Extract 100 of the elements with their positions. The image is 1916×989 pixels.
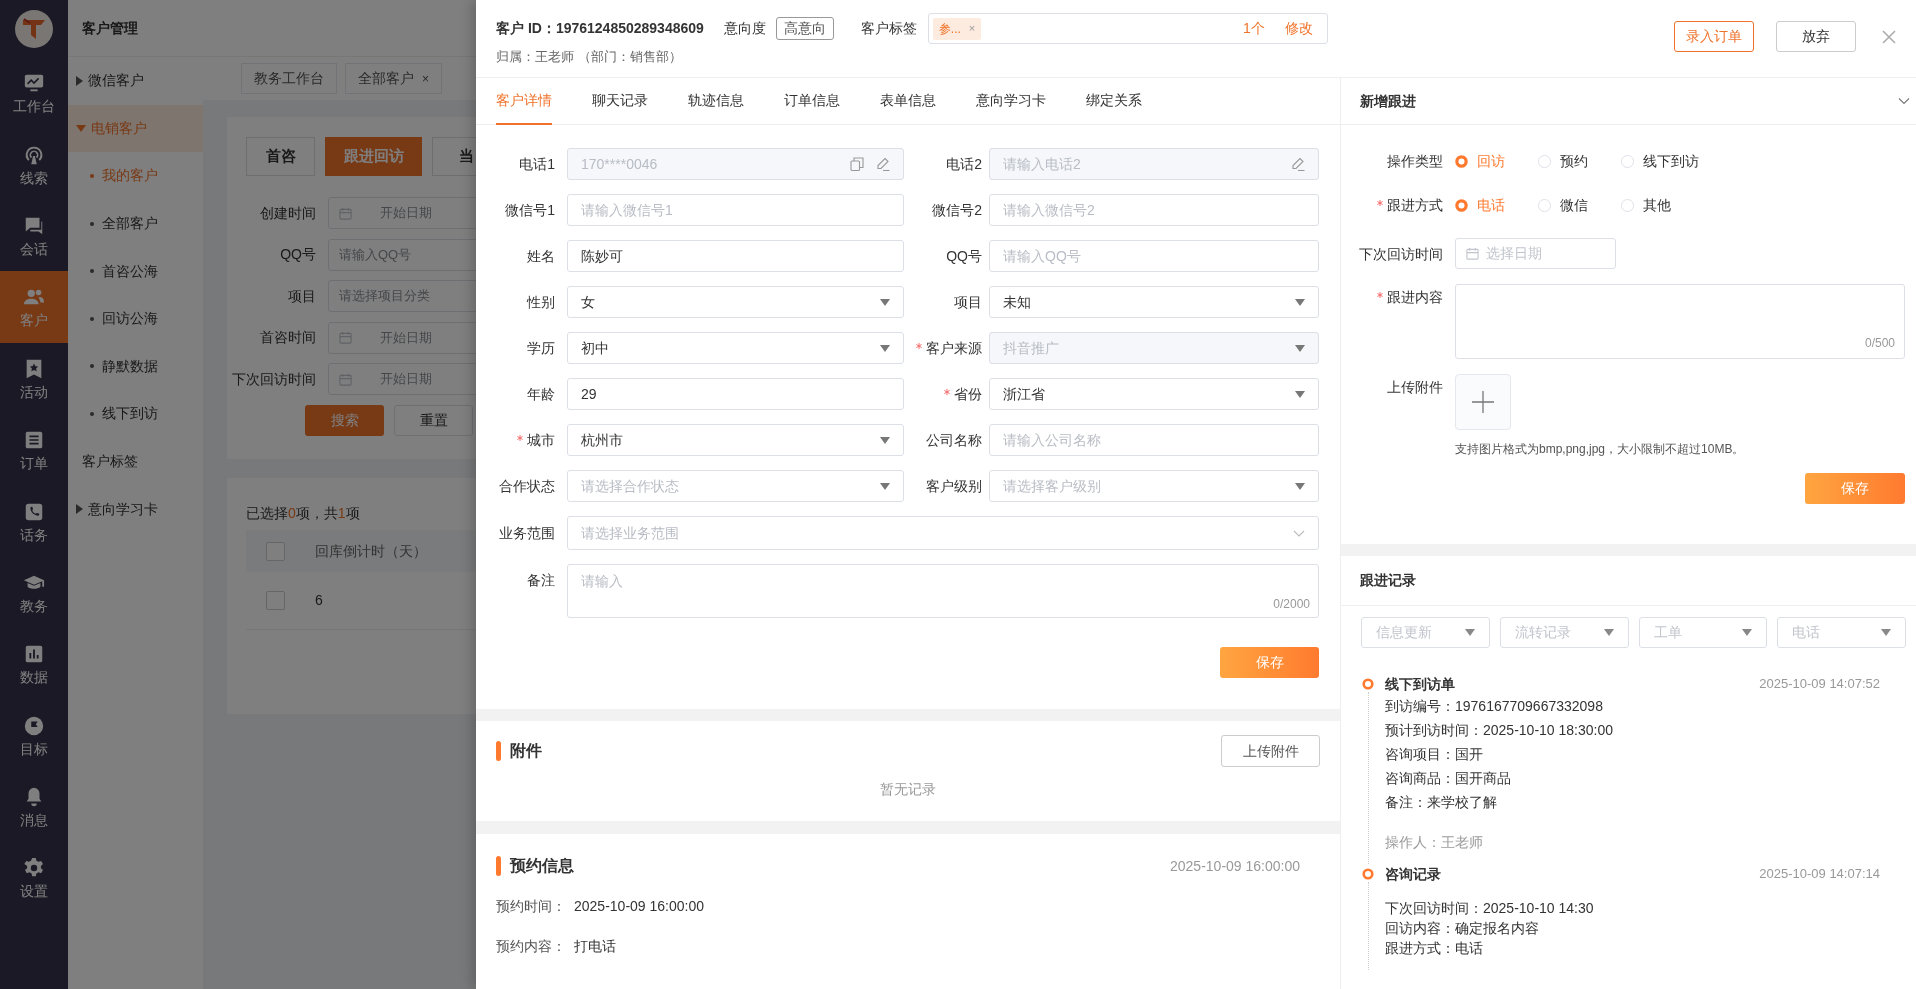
radio-option[interactable]: 电话 [1455,194,1538,216]
record-line: 跟进方式：电话 [1385,939,1484,958]
bullet-icon [90,316,94,321]
menu-item[interactable]: 回访公海 [68,294,203,343]
checkbox[interactable] [266,591,285,610]
field-label: 电话2 [945,154,983,174]
sub-tab[interactable]: 首咨 [246,137,315,176]
field-label: 公司名称 [925,430,983,450]
field-label: 客户来源 [904,337,989,359]
input-field[interactable]: 29 [567,378,904,410]
close-icon[interactable] [1882,29,1896,44]
radio-option[interactable]: 微信 [1538,194,1621,216]
chevron-down-icon [1293,529,1305,537]
select-field[interactable]: 女 [567,286,904,318]
record-line: 回访内容：确定报名内容 [1385,919,1540,938]
detail-tab[interactable]: 轨迹信息 [688,78,744,125]
nav-item[interactable]: 订单 [0,413,68,486]
detail-tab[interactable]: 意向学习卡 [976,78,1046,125]
abandon-button[interactable]: 放弃 [1776,21,1856,52]
radio-option[interactable]: 线下到访 [1621,150,1704,172]
field-label: 下次回访时间 [1358,245,1444,264]
save-button[interactable]: 保存 [1220,647,1319,678]
nav-item[interactable]: 话务 [0,485,68,557]
menu-item[interactable]: 微信客户 [68,57,203,105]
caret-icon [76,124,86,132]
caret-icon [76,504,83,515]
record-line: 咨询商品：国开商品 [1385,769,1512,788]
caret-icon [880,482,890,490]
close-icon[interactable]: × [422,69,429,88]
nav-item[interactable]: 工作台 [0,57,68,129]
bullet-icon [90,221,94,226]
menu-item[interactable]: 意向学习卡 [68,485,203,533]
radio-option[interactable]: 其他 [1621,194,1704,216]
nav-item[interactable]: 目标 [0,699,68,771]
nav-item[interactable]: 消息 [0,770,68,843]
field-label: QQ号 [279,245,317,264]
reset-button[interactable]: 重置 [394,404,473,436]
bullet-icon [90,364,94,369]
nav-item[interactable]: 数据 [0,628,68,700]
chevron-down-icon[interactable] [1898,95,1910,107]
upload-button[interactable]: 上传附件 [1221,735,1320,767]
intent-label: 意向度 [723,19,766,38]
field-label: 省份 [904,383,989,405]
text-area[interactable]: 0/500 [1455,284,1905,359]
remove-icon[interactable]: × [968,20,976,37]
nav-item[interactable]: 设置 [0,842,68,914]
bullet-icon [90,174,94,178]
caret-icon [1295,298,1305,306]
nav-item[interactable]: 会话 [0,199,68,272]
timeline-dot-icon [1362,678,1374,690]
detail-tab[interactable]: 绑定关系 [1086,78,1142,125]
order-button[interactable]: 录入订单 [1674,21,1754,52]
nav-item[interactable]: 教务 [0,556,68,629]
bullet-icon [90,411,94,416]
bullet-icon [90,269,94,274]
input-field[interactable]: 陈妙可 [567,240,904,272]
menu-item[interactable]: 静默数据 [68,342,203,391]
edit-link[interactable]: 修改 [1284,18,1313,39]
nav-item[interactable]: 客户 [0,271,68,343]
menu-item[interactable]: 首咨公海 [68,247,203,295]
empty-text: 暂无记录 [879,780,937,799]
record-line: 咨询项目：国开 [1385,745,1484,764]
field-label: 操作类型 [1386,151,1444,171]
menu-item[interactable]: 我的客户 [68,152,203,200]
radio-option[interactable]: 预约 [1538,150,1621,172]
field-label: 微信号2 [931,200,983,220]
tags-field[interactable]: 参... × 1个 修改 [927,13,1328,44]
detail-tab[interactable]: 聊天记录 [592,78,648,125]
nav-item[interactable]: 线索 [0,128,68,200]
search-button[interactable]: 搜索 [305,404,384,436]
page-tab[interactable]: 全部客户 × [345,63,442,94]
caret-icon [880,298,890,306]
intent-tag: 高意向 [775,17,834,40]
caret-icon [880,436,890,444]
select-field[interactable]: 初中 [567,332,904,364]
nav-item[interactable]: 活动 [0,342,68,414]
detail-tab[interactable]: 客户详情 [496,78,552,125]
checkbox[interactable] [266,541,285,561]
detail-tab[interactable]: 订单信息 [784,78,840,125]
menu-item[interactable]: 线下到访 [68,390,203,438]
radio-option[interactable]: 回访 [1455,150,1538,172]
select-field[interactable]: 杭州市 [567,424,904,456]
detail-tab[interactable]: 表单信息 [880,78,936,125]
select-field[interactable]: 未知 [989,286,1319,318]
menu-item[interactable]: 客户标签 [68,437,203,486]
caret-icon [1295,344,1305,352]
field-label: 下次回访时间 [232,369,317,389]
flag-icon [23,714,45,737]
save-button[interactable]: 保存 [1805,473,1905,504]
menu-item[interactable]: 全部客户 [68,199,203,248]
table-cell-text: 6 [315,591,323,610]
text-area[interactable]: 请输入 0/2000 [567,564,1319,618]
calendar-icon [339,331,352,344]
column-header: 回库倒计时（天） [315,541,427,561]
select-field[interactable]: 浙江省 [989,378,1319,410]
customer-id: 客户 ID：1976124850289348609 [496,19,704,38]
tags-label: 客户标签 [860,19,917,38]
page-tab[interactable]: 教务工作台 [241,63,337,94]
field-label: QQ号 [945,246,983,266]
upload-box[interactable] [1455,374,1511,430]
